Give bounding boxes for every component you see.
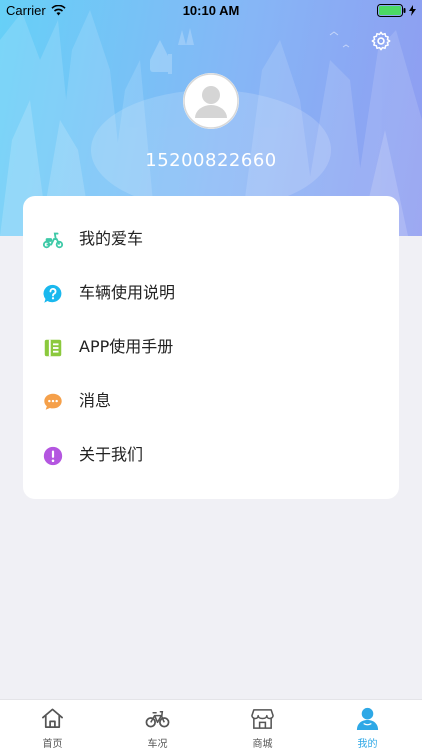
menu-item-label: 关于我们 xyxy=(79,445,144,464)
question-icon xyxy=(43,284,62,303)
battery-icon xyxy=(377,4,406,17)
store-icon xyxy=(251,709,274,729)
tab-label: 商城 xyxy=(252,739,273,750)
menu-item-messages[interactable]: 消息 xyxy=(23,374,399,428)
bicycle-icon xyxy=(145,711,170,728)
status-time: 10:10 AM xyxy=(182,3,240,18)
tab-mine[interactable]: 我的 xyxy=(315,700,420,751)
tab-label: 车况 xyxy=(147,739,168,750)
avatar-placeholder-icon xyxy=(183,73,239,129)
menu-item-label: APP使用手册 xyxy=(79,337,174,356)
avatar[interactable] xyxy=(183,73,239,129)
tab-bar: 首页 车况 商城 我的 xyxy=(0,699,422,751)
menu-item-label: 我的爱车 xyxy=(79,229,144,248)
menu-item-label: 车辆使用说明 xyxy=(79,283,176,302)
status-bar: Carrier 10:10 AM xyxy=(0,0,422,22)
charging-bolt-icon xyxy=(409,5,416,16)
tab-store[interactable]: 商城 xyxy=(210,700,315,751)
user-icon xyxy=(356,707,379,731)
menu-item-vehicle-instructions[interactable]: 车辆使用说明 xyxy=(23,266,399,320)
menu-item-about-us[interactable]: 关于我们 xyxy=(23,428,399,482)
menu-item-app-manual[interactable]: APP使用手册 xyxy=(23,320,399,374)
tab-label: 我的 xyxy=(357,739,378,750)
tab-label: 首页 xyxy=(42,739,63,750)
menu-item-label: 消息 xyxy=(79,391,112,410)
home-icon xyxy=(42,708,63,729)
message-icon xyxy=(44,393,62,410)
tab-vehicle-status[interactable]: 车况 xyxy=(105,700,210,751)
menu-item-my-car[interactable]: 我的爱车 xyxy=(23,212,399,266)
scooter-icon xyxy=(42,232,64,249)
battery-indicator xyxy=(377,4,416,17)
info-icon xyxy=(43,446,63,466)
tab-home[interactable]: 首页 xyxy=(0,700,105,751)
gear-icon[interactable] xyxy=(370,30,392,52)
menu-card: 我的爱车 车辆使用说明 APP使用手册 消息 关于我们 xyxy=(23,196,399,499)
user-phone-number: 15200822660 xyxy=(145,150,277,171)
manual-icon xyxy=(44,339,62,357)
